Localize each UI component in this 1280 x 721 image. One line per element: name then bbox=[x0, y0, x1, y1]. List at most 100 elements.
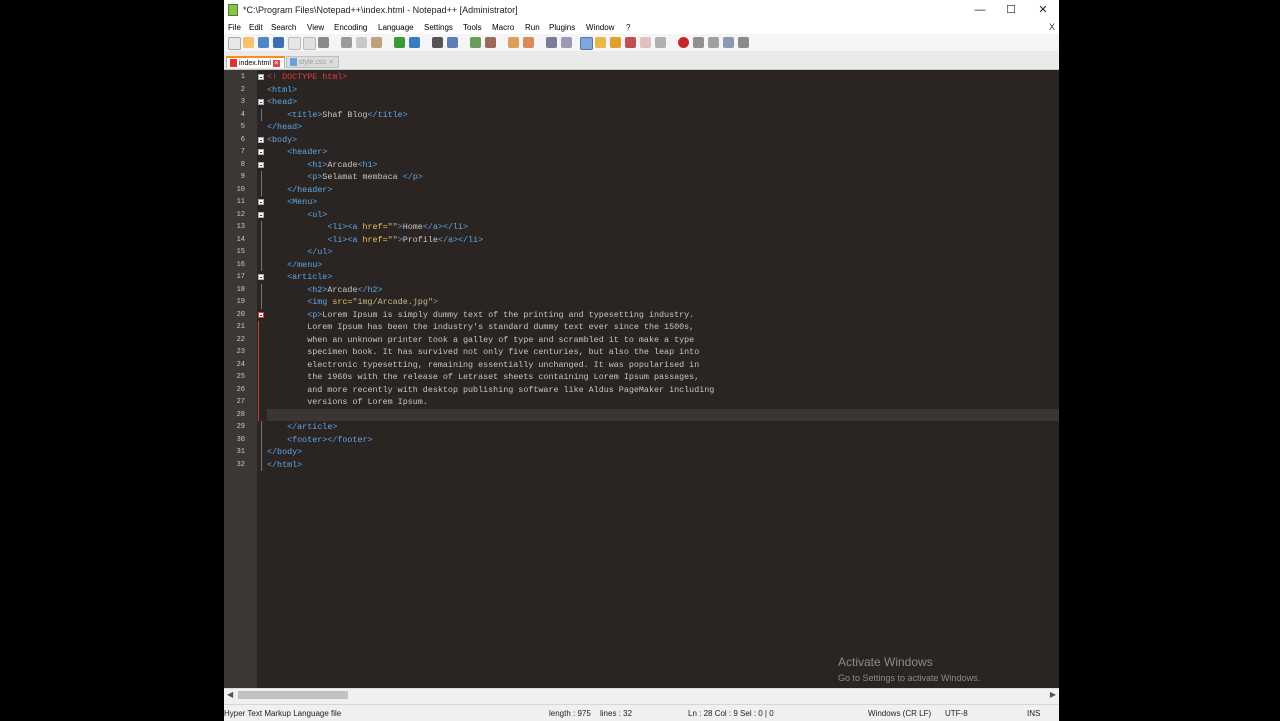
code-editor[interactable]: 1 <! DOCTYPE html> 2 <html> 3 <head> 4 <title>… bbox=[224, 70, 1059, 688]
code-line[interactable]: 8 <h1>Arcade<h1> bbox=[241, 159, 1059, 172]
close-button[interactable]: ✕ bbox=[1028, 2, 1058, 18]
menu-plugins[interactable]: Plugins bbox=[549, 23, 575, 32]
fold-toggle-icon[interactable] bbox=[258, 211, 264, 218]
tab-style-css[interactable]: style.css × bbox=[286, 56, 339, 68]
doc-map-icon[interactable] bbox=[610, 37, 621, 48]
paste-icon[interactable] bbox=[371, 37, 382, 48]
code-line[interactable]: 18 <h2>Arcade</h2> bbox=[237, 283, 1059, 296]
code-line[interactable]: 1 <! DOCTYPE html> bbox=[241, 71, 1059, 84]
menu-settings[interactable]: Settings bbox=[424, 23, 453, 32]
fold-toggle-icon[interactable] bbox=[258, 99, 264, 105]
save-all-icon[interactable] bbox=[273, 37, 284, 48]
scrollbar-thumb[interactable] bbox=[238, 691, 348, 699]
code-line[interactable]: 30 <footer></footer> bbox=[237, 433, 1059, 446]
code-line[interactable]: 23 specimen book. It has survived not on… bbox=[237, 346, 1059, 359]
code-line[interactable]: 27 versions of Lorem Ipsum. bbox=[237, 396, 1059, 409]
copy-icon[interactable] bbox=[356, 37, 367, 48]
menu-window[interactable]: Window bbox=[586, 23, 614, 32]
minimize-button[interactable]: — bbox=[965, 2, 995, 18]
code-line[interactable]: 25 the 1960s with the release of Letrase… bbox=[237, 371, 1059, 384]
code-line[interactable]: 22 when an unknown printer took a galley… bbox=[237, 333, 1059, 346]
fold-toggle-icon[interactable] bbox=[258, 149, 264, 155]
menu-edit[interactable]: Edit bbox=[249, 23, 263, 32]
code-line[interactable]: 4 <title>Shaf Blog</title> bbox=[241, 108, 1059, 121]
folder-as-workspace-icon[interactable] bbox=[640, 37, 651, 48]
horizontal-scrollbar[interactable]: ◀ ▶ bbox=[224, 688, 1059, 701]
print-icon[interactable] bbox=[318, 37, 329, 48]
code-line[interactable]: 6 <body> bbox=[241, 134, 1059, 147]
close-document-icon[interactable]: X bbox=[1049, 22, 1055, 32]
fold-toggle-icon[interactable] bbox=[258, 136, 264, 143]
word-wrap-icon[interactable] bbox=[546, 37, 557, 48]
code-line[interactable]: 26 and more recently with desktop publis… bbox=[237, 383, 1059, 396]
open-file-icon[interactable] bbox=[243, 37, 254, 48]
code-line[interactable]: 32 </html> bbox=[237, 458, 1059, 471]
code-line[interactable]: 24 electronic typesetting, remaining ess… bbox=[237, 358, 1059, 371]
code-line[interactable]: 11 <Menu> bbox=[237, 196, 1059, 209]
zoom-in-icon[interactable] bbox=[470, 37, 481, 48]
menu-run[interactable]: Run bbox=[525, 23, 540, 32]
code-line[interactable]: 19 <img src="img/Arcade.jpg"> bbox=[237, 296, 1059, 309]
code-line[interactable]: 12 <ul> bbox=[237, 209, 1059, 222]
code-line[interactable]: 31 </body> bbox=[237, 446, 1059, 459]
code-line[interactable]: 10 </header> bbox=[237, 183, 1059, 196]
status-encoding[interactable]: UTF-8 bbox=[945, 709, 968, 718]
tab-close-icon[interactable]: × bbox=[328, 59, 335, 66]
cut-icon[interactable] bbox=[341, 37, 352, 48]
fold-toggle-icon[interactable] bbox=[258, 74, 264, 80]
tab-index-html[interactable]: index.html × bbox=[226, 56, 285, 68]
maximize-button[interactable]: ☐ bbox=[996, 2, 1026, 18]
close-all-icon[interactable] bbox=[303, 37, 316, 50]
code-line[interactable]: 15 </ul> bbox=[237, 246, 1059, 259]
code-line[interactable]: 9 <p>Selamat membaca </p> bbox=[241, 171, 1059, 184]
code-line[interactable]: 14 <li><a href="">Profile</a></li> bbox=[237, 233, 1059, 246]
fold-toggle-icon[interactable] bbox=[258, 274, 264, 280]
indent-guide-icon[interactable] bbox=[580, 37, 593, 50]
zoom-out-icon[interactable] bbox=[485, 37, 496, 48]
save-macro-icon[interactable] bbox=[738, 37, 749, 48]
code-line[interactable]: 3 <head> bbox=[241, 96, 1059, 109]
menu-help[interactable]: ? bbox=[626, 23, 630, 32]
code-line[interactable]: 20 <p>Lorem Ipsum is simply dummy text o… bbox=[237, 309, 1059, 322]
status-eol[interactable]: Windows (CR LF) bbox=[868, 709, 931, 718]
undo-icon[interactable] bbox=[394, 37, 405, 48]
save-icon[interactable] bbox=[258, 37, 269, 48]
tab-close-icon[interactable]: × bbox=[272, 59, 280, 67]
menu-tools[interactable]: Tools bbox=[463, 23, 482, 32]
menu-language[interactable]: Language bbox=[378, 23, 414, 32]
fold-toggle-icon[interactable] bbox=[258, 161, 264, 168]
function-list-icon[interactable] bbox=[625, 37, 636, 48]
menu-view[interactable]: View bbox=[307, 23, 324, 32]
record-macro-icon[interactable] bbox=[678, 37, 689, 48]
menu-encoding[interactable]: Encoding bbox=[334, 23, 367, 32]
code-line[interactable]: 2 <html> bbox=[241, 84, 1059, 97]
run-macro-multiple-icon[interactable] bbox=[723, 37, 734, 48]
replace-icon[interactable] bbox=[447, 37, 458, 48]
menu-macro[interactable]: Macro bbox=[492, 23, 514, 32]
sync-vertical-icon[interactable] bbox=[508, 37, 519, 48]
find-icon[interactable] bbox=[432, 37, 443, 48]
new-file-icon[interactable] bbox=[228, 37, 241, 50]
menu-file[interactable]: File bbox=[228, 23, 241, 32]
fold-toggle-icon[interactable] bbox=[258, 199, 264, 205]
close-file-icon[interactable] bbox=[288, 37, 301, 50]
code-line[interactable]: 28 bbox=[237, 408, 1059, 421]
redo-icon[interactable] bbox=[409, 37, 420, 48]
code-line[interactable]: 21 Lorem Ipsum has been the industry's s… bbox=[237, 321, 1059, 334]
code-line[interactable]: 29 </article> bbox=[237, 421, 1059, 434]
code-line[interactable]: 17 <article> bbox=[237, 271, 1059, 284]
fold-toggle-icon[interactable] bbox=[258, 311, 264, 318]
scroll-right-icon[interactable]: ▶ bbox=[1050, 690, 1056, 699]
code-line[interactable]: 16 </menu> bbox=[237, 258, 1059, 271]
code-line[interactable]: 13 <li><a href="">Home</a></li> bbox=[237, 221, 1059, 234]
monitoring-icon[interactable] bbox=[655, 37, 666, 48]
play-macro-icon[interactable] bbox=[708, 37, 719, 48]
stop-macro-icon[interactable] bbox=[693, 37, 704, 48]
code-line[interactable]: 5 </head> bbox=[241, 121, 1059, 134]
code-line[interactable]: 7 <header> bbox=[241, 146, 1059, 159]
code-area[interactable]: 1 <! DOCTYPE html> 2 <html> 3 <head> 4 <title>… bbox=[237, 70, 1059, 688]
scroll-left-icon[interactable]: ◀ bbox=[227, 690, 233, 699]
menu-search[interactable]: Search bbox=[271, 23, 296, 32]
sync-horizontal-icon[interactable] bbox=[523, 37, 534, 48]
show-all-characters-icon[interactable] bbox=[561, 37, 572, 48]
